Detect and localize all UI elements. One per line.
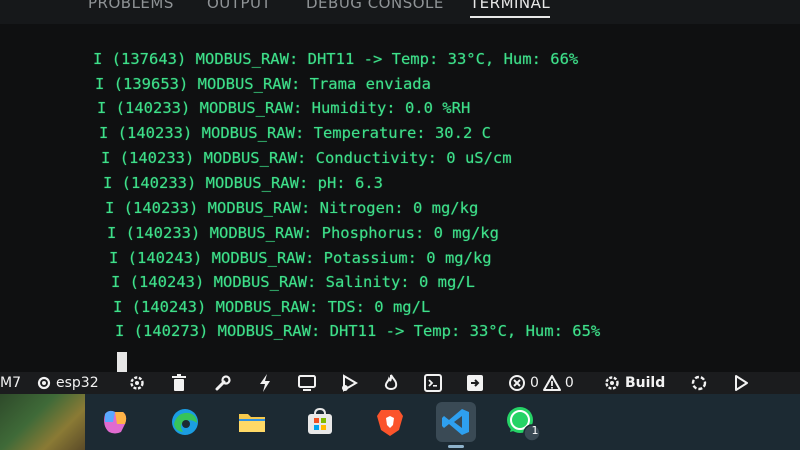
debug-icon <box>342 374 358 392</box>
flash-button[interactable] <box>258 372 272 394</box>
terminal-output[interactable]: I (137643) MODBUS_RAW: DHT11 -> Temp: 33… <box>0 24 800 372</box>
taskbar-edge[interactable] <box>165 402 205 442</box>
log-line: I (140233) MODBUS_RAW: Temperature: 30.2… <box>99 124 491 142</box>
target-selector[interactable]: esp32 <box>36 372 99 394</box>
tab-debug-console[interactable]: DEBUG CONSOLE <box>306 0 444 12</box>
target-label: esp32 <box>56 375 99 391</box>
terminal-icon <box>424 374 442 392</box>
statusbar-fragment: M7 <box>0 375 21 391</box>
notification-badge: 1 <box>531 424 539 437</box>
monitor-icon <box>298 375 316 391</box>
flame-icon <box>384 374 398 390</box>
taskbar-vscode[interactable] <box>436 402 476 448</box>
active-indicator <box>448 445 464 448</box>
taskbar-copilot[interactable] <box>95 402 135 442</box>
settings-button[interactable] <box>128 372 146 394</box>
taskbar-brave[interactable] <box>370 402 410 442</box>
status-bar: M7 esp32 0 0 Build <box>0 372 800 394</box>
build-flash-monitor-button[interactable] <box>383 372 399 394</box>
log-line: I (139653) MODBUS_RAW: Trama enviada <box>95 75 431 93</box>
build-label: Build <box>625 375 666 391</box>
error-count: 0 <box>530 375 539 391</box>
edge-icon <box>172 409 198 435</box>
problems-indicator[interactable]: 0 0 <box>508 372 574 394</box>
taskbar-file-explorer[interactable] <box>232 402 272 442</box>
brave-icon <box>377 410 403 436</box>
taskbar-store[interactable] <box>300 402 340 442</box>
warning-icon <box>542 375 561 391</box>
extension-icon <box>467 375 483 391</box>
folder-icon <box>239 414 265 432</box>
tab-output[interactable]: OUTPUT <box>207 0 271 12</box>
progress-indicator[interactable] <box>689 372 709 394</box>
log-line: I (140233) MODBUS_RAW: Nitrogen: 0 mg/kg <box>105 199 479 217</box>
chip-icon <box>37 376 51 390</box>
flash-icon <box>260 374 270 392</box>
build-gear-icon <box>605 376 619 390</box>
fullclean-button[interactable] <box>171 372 187 394</box>
wallpaper-corner <box>0 394 85 450</box>
taskbar: 1 <box>0 394 800 450</box>
run-icon <box>735 375 748 391</box>
log-line: I (140233) MODBUS_RAW: Humidity: 0.0 %RH <box>97 99 471 117</box>
log-line: I (140233) MODBUS_RAW: Phosphorus: 0 mg/… <box>107 224 499 242</box>
debug-button[interactable] <box>340 372 360 394</box>
spinner-icon <box>691 375 707 391</box>
panel-tab-bar: PROBLEMS OUTPUT DEBUG CONSOLE TERMINAL <box>0 0 800 24</box>
log-line: I (140243) MODBUS_RAW: Potassium: 0 mg/k… <box>109 249 492 267</box>
warning-count: 0 <box>564 375 574 391</box>
gear-icon <box>130 376 144 390</box>
log-line: I (137643) MODBUS_RAW: DHT11 -> Temp: 33… <box>93 50 579 68</box>
trash-icon <box>172 374 186 391</box>
tab-problems[interactable]: PROBLEMS <box>88 0 174 12</box>
terminal-button[interactable] <box>424 372 442 394</box>
config-button[interactable] <box>214 372 232 394</box>
run-button[interactable] <box>733 372 749 394</box>
copilot-icon <box>104 410 127 434</box>
log-line: I (140243) MODBUS_RAW: TDS: 0 mg/L <box>113 298 431 316</box>
log-line: I (140233) MODBUS_RAW: pH: 6.3 <box>103 174 383 192</box>
extension-button[interactable] <box>466 372 484 394</box>
log-line: I (140273) MODBUS_RAW: DHT11 -> Temp: 33… <box>115 322 601 340</box>
monitor-button[interactable] <box>297 372 317 394</box>
store-icon <box>308 407 332 434</box>
log-line: I (140243) MODBUS_RAW: Salinity: 0 mg/L <box>111 273 475 291</box>
tab-terminal[interactable]: TERMINAL <box>470 0 551 18</box>
wrench-icon <box>215 375 231 391</box>
terminal-cursor <box>117 352 127 372</box>
vscode-icon <box>442 409 469 435</box>
taskbar-whatsapp[interactable]: 1 <box>502 402 542 442</box>
error-icon <box>509 375 525 391</box>
log-line: I (140233) MODBUS_RAW: Conductivity: 0 u… <box>101 149 512 167</box>
build-button[interactable]: Build <box>603 372 665 394</box>
